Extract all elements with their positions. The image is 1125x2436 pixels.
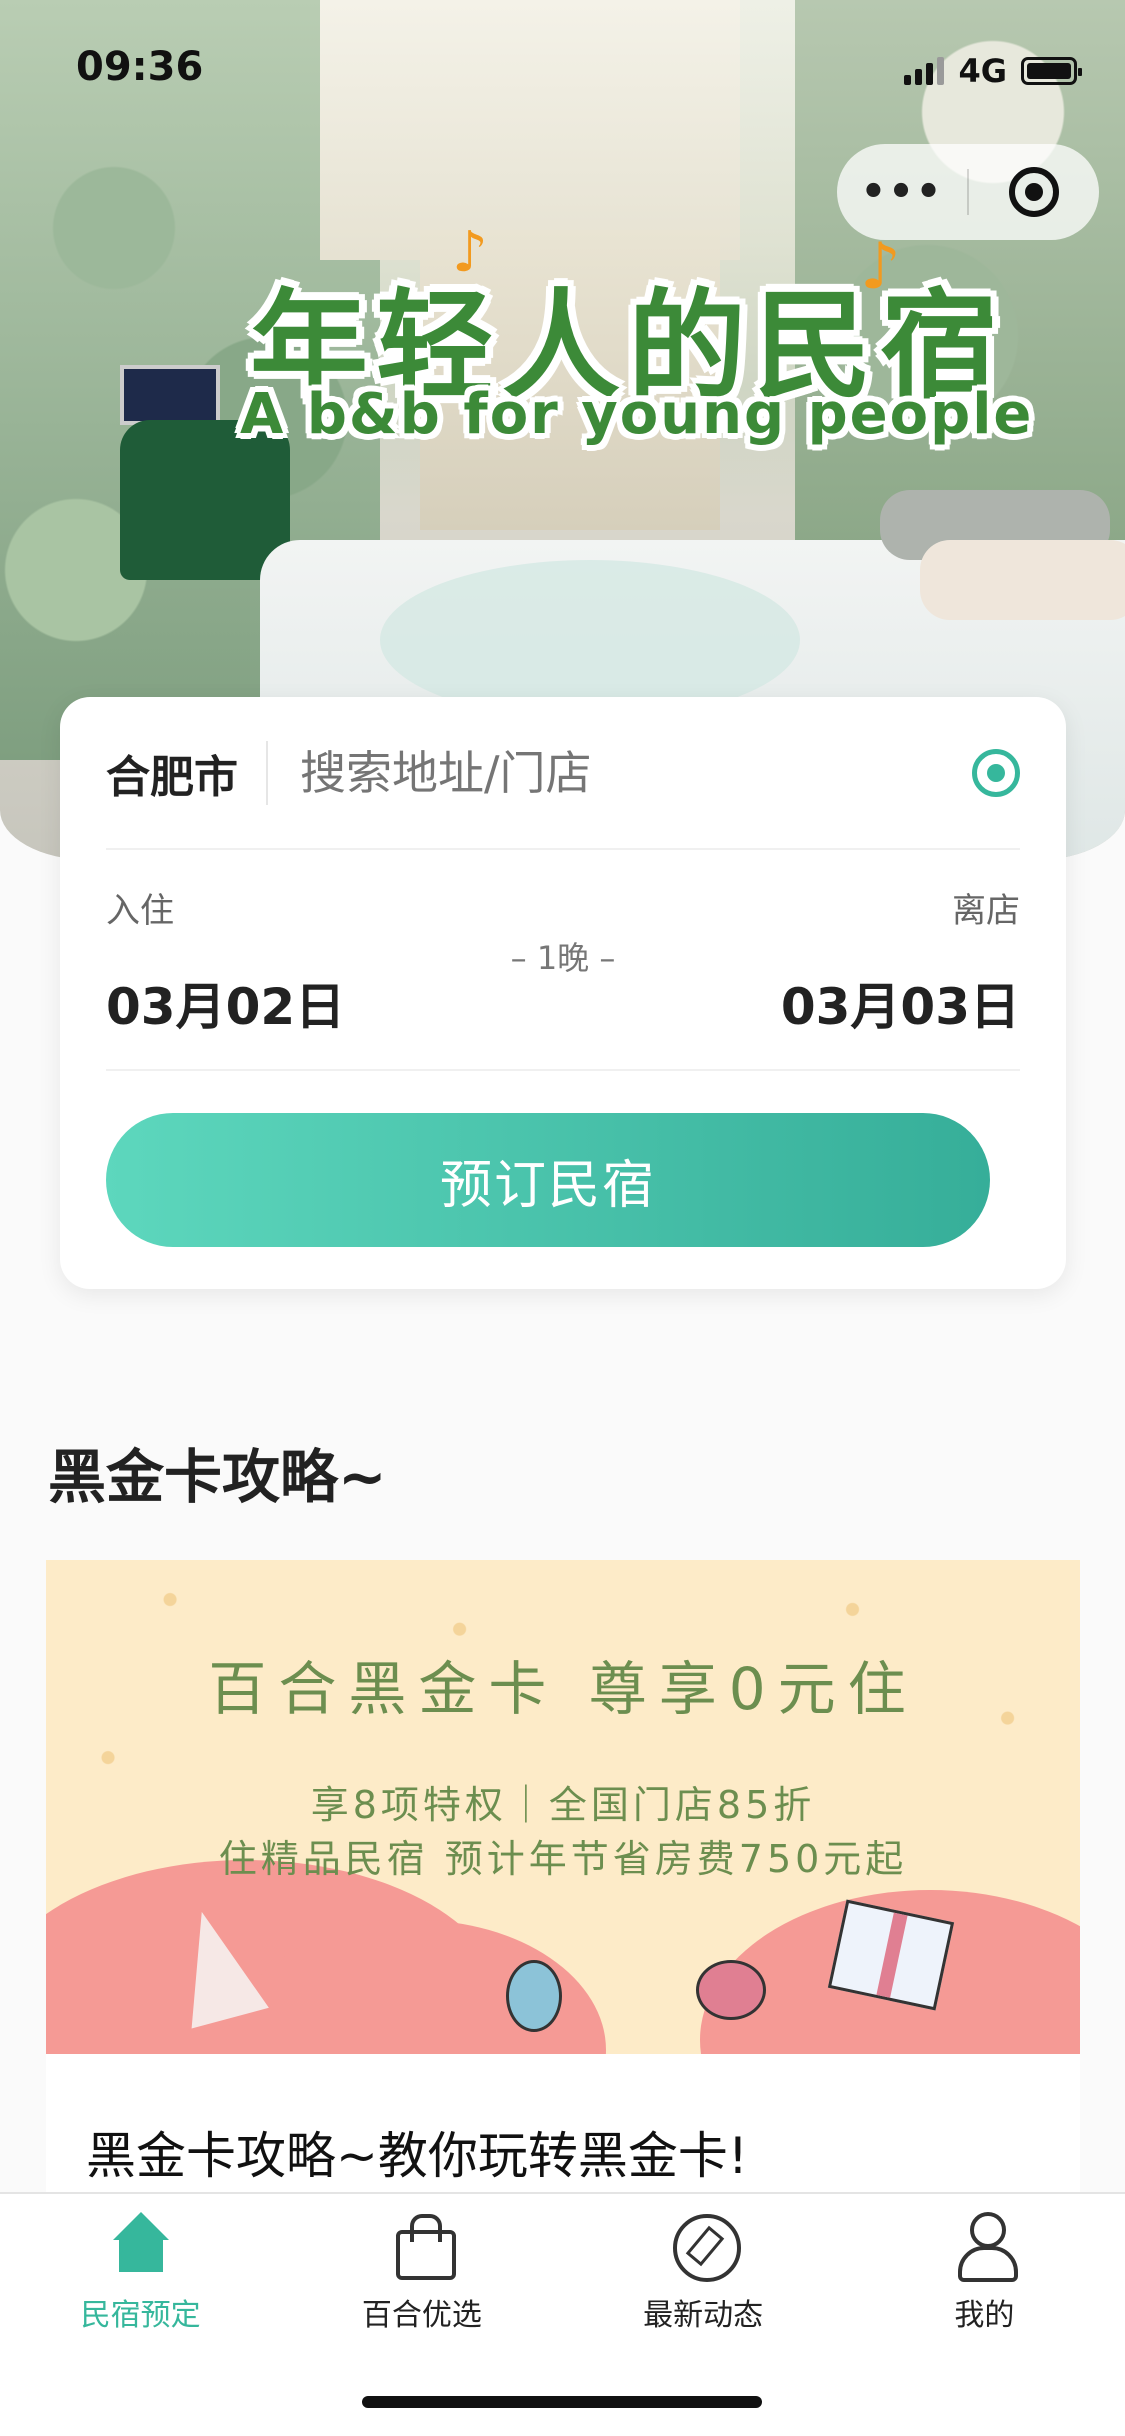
- network-label: 4G: [958, 52, 1007, 90]
- article-card[interactable]: 黑金卡攻略~教你玩转黑金卡!: [46, 2054, 1080, 2194]
- checkout-date[interactable]: 03月03日: [781, 967, 1020, 1039]
- miniprogram-capsule: •••: [837, 144, 1099, 240]
- hero-tv: [120, 365, 220, 425]
- tab-label: 民宿预定: [80, 2298, 201, 2333]
- checkin-date[interactable]: 03月02日: [106, 967, 345, 1039]
- close-icon: [1009, 167, 1059, 217]
- tab-home[interactable]: 民宿预定: [0, 2212, 281, 2344]
- home-icon: [109, 2212, 173, 2276]
- balloon-icon: [506, 1960, 562, 2032]
- more-button[interactable]: •••: [837, 169, 967, 215]
- checkout-label: 离店: [952, 891, 1020, 931]
- tab-profile[interactable]: 我的: [844, 2212, 1125, 2344]
- tab-label: 我的: [954, 2298, 1015, 2333]
- tab-select[interactable]: 百合优选: [281, 2212, 562, 2344]
- home-indicator: [362, 2396, 762, 2408]
- search-input[interactable]: [300, 746, 972, 800]
- close-button[interactable]: [969, 167, 1099, 217]
- heart-lollipop-icon: [696, 1960, 766, 2020]
- user-icon: [952, 2212, 1019, 2282]
- banner-title: 百合黑金卡 尊享0元住: [208, 1655, 918, 1723]
- locate-icon[interactable]: [965, 742, 1027, 804]
- section-title: 黑金卡攻略~: [48, 1443, 387, 1511]
- city-selector[interactable]: 合肥市: [106, 741, 238, 805]
- article-title: 黑金卡攻略~教你玩转黑金卡!: [86, 2127, 748, 2185]
- tab-label: 最新动态: [643, 2298, 764, 2333]
- book-button[interactable]: 预订民宿: [106, 1113, 990, 1247]
- divider: [106, 1069, 1020, 1071]
- hero-pillow: [920, 540, 1125, 620]
- logo-subtitle: A b&b for young people: [240, 382, 1034, 447]
- status-indicators: 4G: [904, 52, 1082, 90]
- compass-icon: [671, 2212, 742, 2282]
- banner-subtitle: 住精品民宿 预计年节省房费750元起: [218, 1837, 908, 1881]
- signal-icon: [904, 57, 945, 85]
- tab-news[interactable]: 最新动态: [563, 2212, 844, 2344]
- divider: [266, 741, 268, 805]
- hero-blanket: [380, 560, 800, 720]
- promo-banner[interactable]: 百合黑金卡 尊享0元住 享8项特权｜全国门店85折 住精品民宿 预计年节省房费7…: [46, 1560, 1080, 2054]
- bag-icon: [390, 2212, 456, 2280]
- hero-ceiling: [320, 0, 740, 260]
- banner-subtitle: 享8项特权｜全国门店85折: [310, 1783, 816, 1827]
- tab-label: 百合优选: [361, 2298, 482, 2333]
- battery-icon: [1021, 57, 1082, 85]
- divider: [106, 848, 1020, 850]
- status-time: 09:36: [76, 44, 204, 90]
- checkin-label: 入住: [106, 891, 174, 931]
- search-row: 合肥市: [60, 697, 1066, 849]
- booking-card: 合肥市 入住 离店 – 1晚 – 03月02日 03月03日 预订民宿: [60, 697, 1066, 1289]
